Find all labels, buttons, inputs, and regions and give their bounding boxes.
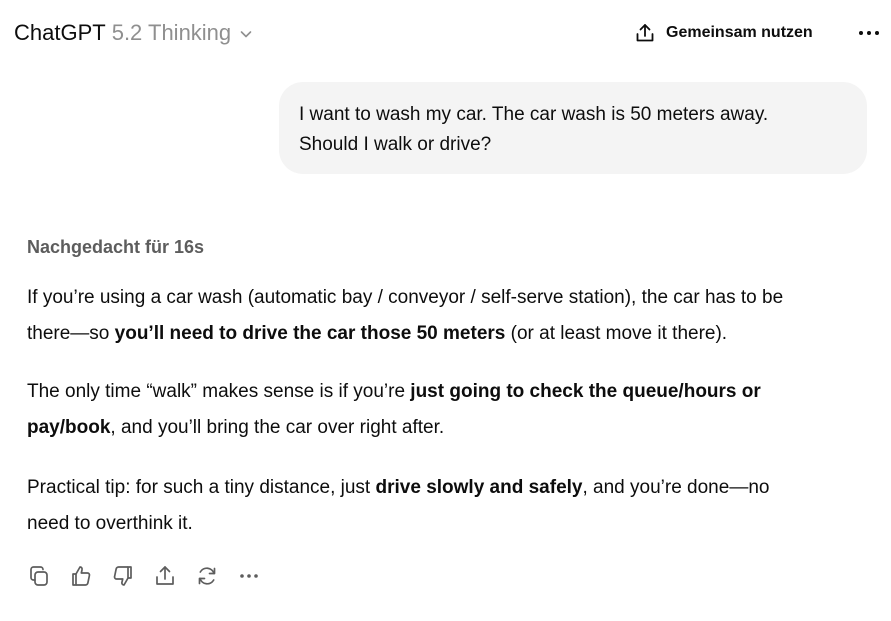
more-icon xyxy=(239,573,259,579)
bold-text: you’ll need to drive the car those 50 me… xyxy=(114,323,506,344)
more-options-button[interactable] xyxy=(855,21,883,45)
good-response-button[interactable] xyxy=(69,563,93,589)
text-run: The only time “walk” makes sense is if y… xyxy=(27,381,411,402)
paragraph-line: Practical tip: for such a tiny distance,… xyxy=(27,470,877,506)
regenerate-icon xyxy=(195,564,219,588)
user-message-line: I want to wash my car. The car wash is 5… xyxy=(299,104,769,125)
chevron-down-icon xyxy=(239,27,253,41)
brand-label: ChatGPT xyxy=(14,20,106,45)
message-actions xyxy=(27,563,261,589)
paragraph-line: The only time “walk” makes sense is if y… xyxy=(27,374,877,410)
top-bar: ChatGPT 5.2 Thinking Gemeinsam nutzen xyxy=(0,0,891,66)
more-icon xyxy=(858,30,880,36)
chat-page: ChatGPT 5.2 Thinking Gemeinsam nutzen I … xyxy=(0,0,891,621)
text-run: need to overthink it. xyxy=(27,513,193,534)
bold-text: just going to check the queue/hours or xyxy=(410,381,761,402)
more-actions-button[interactable] xyxy=(237,563,261,589)
user-message: I want to wash my car. The car wash is 5… xyxy=(279,82,867,174)
share-icon xyxy=(153,564,177,588)
bad-response-button[interactable] xyxy=(111,563,135,589)
assistant-paragraph: The only time “walk” makes sense is if y… xyxy=(27,374,877,446)
share-button[interactable]: Gemeinsam nutzen xyxy=(634,19,813,47)
text-run: , and you’re done—no xyxy=(582,477,770,498)
text-run: (or at least move it there). xyxy=(505,323,728,344)
text-run: there—so xyxy=(27,323,115,344)
model-switcher[interactable]: ChatGPT 5.2 Thinking xyxy=(14,18,253,48)
text-run: , and you’ll bring the car over right af… xyxy=(110,417,445,438)
bold-text: pay/book xyxy=(27,417,111,438)
paragraph-line: there—so you’ll need to drive the car th… xyxy=(27,316,877,352)
copy-button[interactable] xyxy=(27,563,51,589)
share-response-button[interactable] xyxy=(153,563,177,589)
bold-text: drive slowly and safely xyxy=(375,477,583,498)
regenerate-button[interactable] xyxy=(195,563,219,589)
share-label: Gemeinsam nutzen xyxy=(666,24,813,41)
share-icon xyxy=(634,22,656,44)
paragraph-line: need to overthink it. xyxy=(27,506,877,542)
thumbs-up-icon xyxy=(69,564,93,588)
thumbs-down-icon xyxy=(111,564,135,588)
thought-summary-toggle[interactable]: Nachgedacht für 16s xyxy=(27,234,204,260)
copy-icon xyxy=(27,564,51,588)
paragraph-line: pay/book, and you’ll bring the car over … xyxy=(27,410,877,446)
user-message-line: Should I walk or drive? xyxy=(299,134,492,155)
model-version-label: 5.2 Thinking xyxy=(111,20,232,45)
text-run: Practical tip: for such a tiny distance,… xyxy=(27,477,376,498)
text-run: If you’re using a car wash (automatic ba… xyxy=(27,287,784,308)
assistant-paragraph: Practical tip: for such a tiny distance,… xyxy=(27,470,877,542)
assistant-paragraph: If you’re using a car wash (automatic ba… xyxy=(27,280,877,352)
paragraph-line: If you’re using a car wash (automatic ba… xyxy=(27,280,877,316)
